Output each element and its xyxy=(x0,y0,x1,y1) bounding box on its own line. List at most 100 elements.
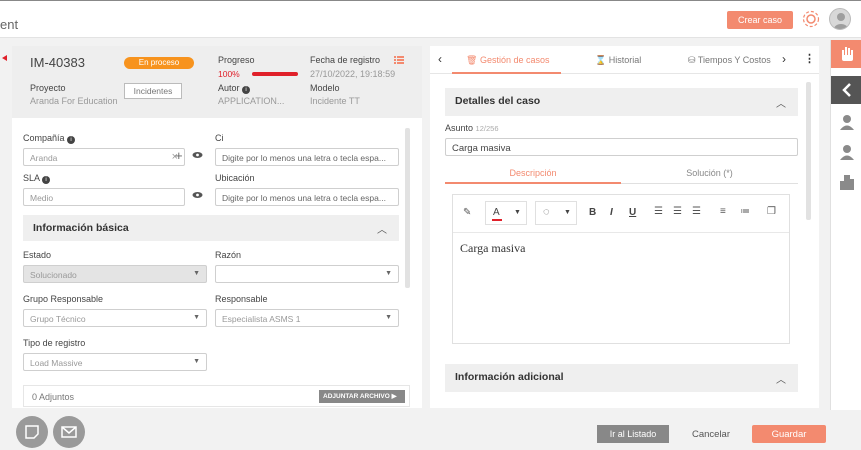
droplet-icon: ◌ xyxy=(543,206,550,218)
back-to-list-button[interactable]: Ir al Listado xyxy=(597,425,669,443)
italic-button[interactable]: I xyxy=(610,207,613,218)
gear-icon[interactable] xyxy=(801,9,821,29)
attachments-bar: 0 Adjuntos ADJUNTAR ARCHIVO ▶ xyxy=(23,385,410,407)
chevron-up-icon[interactable]: ︿ xyxy=(776,371,786,386)
building-icon[interactable] xyxy=(831,168,861,196)
underline-button[interactable]: U xyxy=(629,207,636,218)
avatar[interactable] xyxy=(829,8,851,30)
group-label: Grupo Responsable xyxy=(23,294,104,304)
author-label: Autor i xyxy=(218,83,251,94)
incidents-type-button[interactable]: Incidentes xyxy=(124,83,182,99)
editor-subtabs: Descripción Solución (*) xyxy=(445,162,798,184)
color-swatch xyxy=(492,219,502,221)
chevron-down-icon: ▼ xyxy=(385,270,392,277)
collapse-arrow-icon[interactable] xyxy=(2,55,7,61)
hand-icon[interactable] xyxy=(831,40,861,68)
note-icon[interactable] xyxy=(16,416,48,448)
tab-times-costs[interactable]: ⛁ Tiempos Y Costos xyxy=(688,55,771,66)
status-badge: En proceso xyxy=(124,57,194,69)
location-input[interactable]: Digite por lo menos una letra o tecla es… xyxy=(215,188,399,206)
state-label: Estado xyxy=(23,250,52,260)
coins-icon: ⛁ xyxy=(688,55,696,65)
chevron-down-icon: ▼ xyxy=(514,209,521,216)
hourglass-icon: ⌛ xyxy=(595,55,607,65)
scrollbar[interactable] xyxy=(405,128,410,288)
mail-icon[interactable] xyxy=(53,416,85,448)
tab-case-management[interactable]: 🗑 Gestión de casos xyxy=(466,55,550,66)
list-icon[interactable] xyxy=(394,55,404,67)
subtab-description[interactable]: Descripción xyxy=(445,162,621,184)
trash-icon: 🗑 xyxy=(466,55,478,65)
scrollbar[interactable] xyxy=(806,82,811,220)
app-title: ent xyxy=(0,17,19,32)
sla-label: SLA i xyxy=(23,173,51,184)
info-icon[interactable]: i xyxy=(67,136,76,144)
attach-file-button[interactable]: ADJUNTAR ARCHIVO ▶ xyxy=(319,390,405,403)
bold-button[interactable]: B xyxy=(589,207,596,218)
subtab-solution[interactable]: Solución (*) xyxy=(621,162,798,184)
chevron-left-icon[interactable]: ‹ xyxy=(438,52,442,66)
model-value: Incidente TT xyxy=(310,96,360,106)
case-details-section[interactable]: Detalles del caso ︿ xyxy=(445,88,798,116)
right-sidebar xyxy=(830,40,861,410)
group-select[interactable]: Grupo Técnico ▼ xyxy=(23,309,207,327)
chevron-up-icon[interactable]: ︿ xyxy=(377,221,387,236)
text-color-picker[interactable]: A ▼ xyxy=(485,201,527,225)
eye-icon[interactable] xyxy=(192,191,203,201)
basic-info-section[interactable]: Información básica ︿ xyxy=(23,215,399,241)
save-button[interactable]: Guardar xyxy=(752,425,826,443)
attachments-count: 0 Adjuntos xyxy=(32,392,75,402)
date-value: 27/10/2022, 19:18:59 xyxy=(310,69,396,79)
project-value: Aranda For Education xyxy=(30,96,118,106)
align-center-icon[interactable]: ☰ xyxy=(673,206,682,217)
user-group-icon[interactable] xyxy=(831,138,861,166)
chevron-down-icon: ▼ xyxy=(385,314,392,321)
bullet-list-icon[interactable]: ≔ xyxy=(740,206,750,217)
align-left-icon[interactable]: ☰ xyxy=(654,206,663,217)
additional-info-section[interactable]: Información adicional ︿ xyxy=(445,364,798,392)
model-label: Modelo xyxy=(310,83,340,93)
location-label: Ubicación xyxy=(215,173,255,183)
chevron-right-icon[interactable]: › xyxy=(782,52,786,66)
case-management-panel: ‹ 🗑 Gestión de casos ⌛ Historial ⛁ Tiemp… xyxy=(430,46,819,408)
ci-label: Ci xyxy=(215,133,224,143)
tab-history[interactable]: ⌛ Historial xyxy=(595,55,641,66)
subject-input[interactable]: Carga masiva xyxy=(445,138,798,156)
state-select: Solucionado ▼ xyxy=(23,265,207,283)
reason-select[interactable]: ▼ xyxy=(215,265,399,283)
case-form-panel: IM-40383 En proceso Progreso 100% Fecha … xyxy=(12,46,422,408)
align-right-icon[interactable]: ☰ xyxy=(692,206,701,217)
more-icon[interactable]: ⋮ xyxy=(804,52,815,65)
reason-label: Razón xyxy=(215,250,242,260)
ci-input[interactable]: Digite por lo menos una letra o tecla es… xyxy=(215,148,399,166)
fullscreen-icon[interactable]: ❐ xyxy=(767,206,776,217)
cancel-button[interactable]: Cancelar xyxy=(680,425,742,443)
sla-input[interactable]: Medio xyxy=(23,188,185,206)
active-tab-indicator xyxy=(452,72,561,74)
highlight-color-picker[interactable]: ◌ ▼ xyxy=(535,201,577,225)
user-icon[interactable] xyxy=(831,108,861,136)
responsible-select[interactable]: Especialista ASMS 1 ▼ xyxy=(215,309,399,327)
top-bar: ent Crear caso xyxy=(0,0,861,38)
chevron-up-icon[interactable]: ︿ xyxy=(776,95,786,110)
date-label: Fecha de registro xyxy=(310,55,381,65)
chevron-down-icon: ▼ xyxy=(193,270,200,277)
add-icon[interactable]: + xyxy=(175,148,183,163)
register-type-select[interactable]: Load Massive ▼ xyxy=(23,353,207,371)
edit-icon[interactable]: ✎ xyxy=(463,207,471,218)
company-input[interactable]: Aranda × xyxy=(23,148,185,166)
info-icon[interactable]: i xyxy=(242,86,251,94)
create-case-button[interactable]: Crear caso xyxy=(727,11,793,29)
chevron-down-icon: ▼ xyxy=(193,358,200,365)
chevron-left-icon[interactable] xyxy=(831,76,861,104)
progress-label: Progreso xyxy=(218,55,255,65)
rich-text-editor[interactable]: ✎ A ▼ ◌ ▼ B I U ☰ ☰ ☰ ≡ ≔ ❐ Carga masiva xyxy=(452,194,790,344)
info-icon[interactable]: i xyxy=(42,176,51,184)
chevron-down-icon: ▼ xyxy=(193,314,200,321)
editor-content[interactable]: Carga masiva xyxy=(460,241,525,256)
author-value: APPLICATION... xyxy=(218,96,285,106)
eye-icon[interactable] xyxy=(192,151,203,161)
ordered-list-icon[interactable]: ≡ xyxy=(720,206,726,217)
company-label: Compañía i xyxy=(23,133,76,144)
project-label: Proyecto xyxy=(30,83,66,93)
